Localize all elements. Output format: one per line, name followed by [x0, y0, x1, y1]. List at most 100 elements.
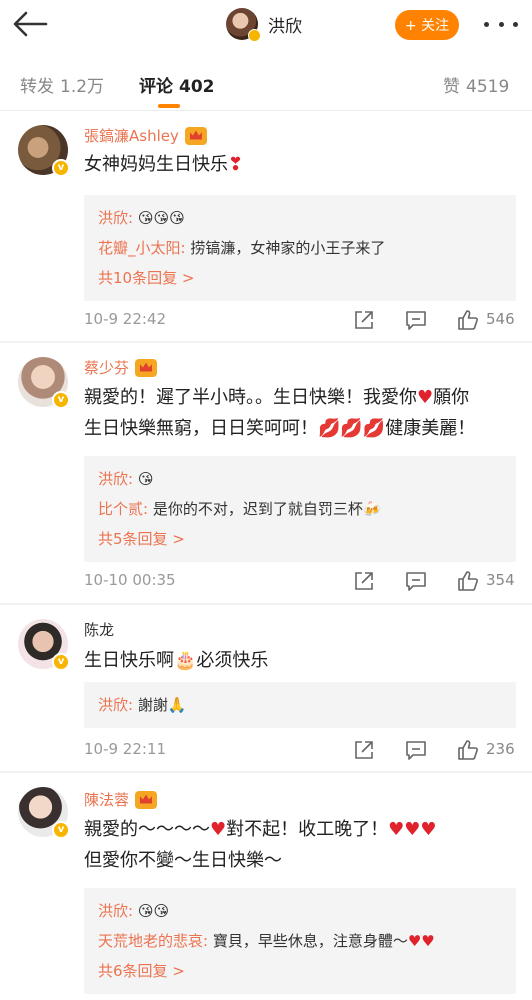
comment-text-content: 女神妈妈生日快乐: [84, 154, 228, 175]
comment-text: 生日快乐啊🎂必须快乐: [84, 645, 516, 676]
comment-icon[interactable]: [404, 308, 428, 332]
reply-username[interactable]: 洪欣:: [98, 470, 133, 488]
more-replies-link[interactable]: 共6条回复 >: [98, 956, 502, 986]
comment-icon[interactable]: [404, 569, 428, 593]
avatar[interactable]: v: [18, 357, 70, 409]
follow-button[interactable]: + 关注: [395, 10, 459, 40]
emoji-icon: 😘😘😘: [137, 209, 185, 227]
author-name: 洪欣: [268, 16, 302, 37]
comment-text-content: 生日快樂無窮，日日笑呵呵！: [84, 418, 318, 439]
comment-item: v 張鎬濂Ashley 女神妈妈生日快乐❣ 洪欣: 😘😘😘 花瓣_小太阳: 捞镐…: [0, 111, 532, 341]
heart-emoji-icon: ❣: [228, 154, 244, 175]
reply-text: 寶貝，早些休息，注意身體～: [212, 932, 408, 950]
author-info[interactable]: 洪欣: [226, 8, 302, 42]
reply-line: 洪欣: 😘: [98, 464, 502, 494]
more-replies-link[interactable]: 共10条回复 >: [98, 263, 502, 293]
reply-preview[interactable]: 洪欣: 😘😘😘 花瓣_小太阳: 捞镐濂，女神家的小王子来了 共10条回复 >: [84, 195, 516, 301]
emoji-icon: 😘: [137, 470, 154, 488]
more-replies-link[interactable]: 共5条回复 >: [98, 524, 502, 554]
pray-emoji-icon: 🙏: [167, 696, 187, 714]
reply-preview[interactable]: 洪欣: 😘😘 天荒地老的悲哀: 寶貝，早些休息，注意身體～♥♥ 共6条回复 >: [84, 888, 516, 994]
tab-likes[interactable]: 赞 4519: [443, 72, 509, 97]
reply-text: 謝謝: [137, 696, 168, 714]
comment-username[interactable]: 蔡少芬: [84, 357, 158, 378]
comment-text: 女神妈妈生日快乐❣: [84, 149, 516, 180]
tab-repost[interactable]: 转发 1.2万: [20, 72, 104, 97]
like-icon[interactable]: [456, 308, 480, 332]
reply-username[interactable]: 洪欣:: [98, 696, 133, 714]
comment-username[interactable]: 張鎬濂Ashley: [84, 125, 207, 146]
username-text: 陳法蓉: [84, 791, 130, 809]
heart-emoji-icon: ♥♥♥: [388, 819, 437, 840]
comment-text-line: 親愛的～～～～♥對不起！收工晚了！♥♥♥: [84, 814, 516, 845]
comment-item: v 蔡少芬 親愛的！遲了半小時。。生日快樂！我愛你♥願你 生日快樂無窮，日日笑呵…: [0, 343, 532, 603]
emoji-icon: 😘😘: [137, 902, 170, 920]
comment-item: v 陈龙 生日快乐啊🎂必须快乐 洪欣: 謝謝🙏 10-9 22:11 236: [0, 605, 532, 771]
back-arrow-icon[interactable]: [10, 9, 50, 39]
tab-likes-count: 4519: [466, 77, 510, 97]
comment-text-content: 對不起！收工晚了！: [226, 819, 389, 840]
comment-text: 親愛的！遲了半小時。。生日快樂！我愛你♥願你 生日快樂無窮，日日笑呵呵！💋💋💋健…: [84, 382, 516, 444]
comment-icon[interactable]: [404, 738, 428, 762]
share-icon[interactable]: [352, 738, 376, 762]
reply-preview[interactable]: 洪欣: 😘 比个贰: 是你的不对，迟到了就自罚三杯🍻 共5条回复 >: [84, 456, 516, 562]
username-text: 張鎬濂Ashley: [84, 127, 179, 145]
avatar[interactable]: v: [18, 787, 70, 839]
username-text: 陈龙: [84, 621, 115, 639]
comment-text-content: 親愛的！遲了半小時。。生日快樂！我愛你: [84, 387, 417, 408]
avatar[interactable]: v: [18, 619, 70, 671]
beer-emoji-icon: 🍻: [362, 500, 382, 518]
comment-item: v 陳法蓉 親愛的～～～～♥對不起！收工晚了！♥♥♥ 但愛你不變～生日快樂～ 洪…: [0, 773, 532, 1000]
more-icon[interactable]: [484, 17, 518, 31]
verified-badge-icon: v: [52, 159, 70, 177]
reply-username[interactable]: 天荒地老的悲哀:: [98, 932, 208, 950]
like-icon[interactable]: [456, 569, 480, 593]
reply-username[interactable]: 洪欣:: [98, 209, 133, 227]
comment-text-line: 但愛你不變～生日快樂～: [84, 850, 282, 871]
reply-line: 洪欣: 謝謝🙏: [98, 690, 502, 720]
reply-username[interactable]: 花瓣_小太阳:: [98, 239, 186, 257]
comment-meta: 10-10 00:35 354: [84, 569, 516, 593]
comment-text-content: 親愛的～～～～: [84, 819, 210, 840]
comment-text-content: 生日快乐啊: [84, 650, 174, 671]
tab-comments[interactable]: 评论 402: [139, 72, 215, 97]
comment-text-content: 健康美麗！: [385, 418, 476, 439]
comment-text: 親愛的～～～～♥對不起！收工晚了！♥♥♥ 但愛你不變～生日快樂～: [84, 814, 516, 876]
author-avatar[interactable]: [226, 8, 261, 42]
comment-text-content: 必须快乐: [196, 650, 269, 671]
like-count: 546: [486, 310, 515, 328]
like-count: 236: [486, 740, 515, 758]
verified-badge-icon: v: [52, 821, 70, 839]
comment-meta: 10-9 22:11 236: [84, 738, 516, 762]
reply-line: 洪欣: 😘😘😘: [98, 203, 502, 233]
share-icon[interactable]: [352, 308, 376, 332]
reply-text: 是你的不对，迟到了就自罚三杯: [152, 500, 363, 518]
comment-text-line: 親愛的！遲了半小時。。生日快樂！我愛你♥願你: [84, 382, 516, 413]
heart-emoji-icon: ♥: [417, 387, 434, 408]
tab-repost-count: 1.2万: [60, 77, 105, 97]
heart-emoji-icon: ♥♥: [407, 932, 435, 950]
crown-badge-icon: [184, 126, 207, 145]
tab-likes-label: 赞: [443, 77, 460, 97]
like-icon[interactable]: [456, 738, 480, 762]
reply-username[interactable]: 洪欣:: [98, 902, 133, 920]
comment-username[interactable]: 陈龙: [84, 619, 114, 640]
comment-text-content: 願你: [433, 387, 470, 408]
comment-time: 10-9 22:42: [84, 310, 167, 328]
share-icon[interactable]: [352, 569, 376, 593]
reply-username[interactable]: 比个贰:: [98, 500, 148, 518]
kiss-emoji-icon: 💋💋💋: [318, 418, 386, 439]
comment-time: 10-9 22:11: [84, 740, 167, 758]
verified-badge-icon: v: [52, 653, 70, 671]
comment-username[interactable]: 陳法蓉: [84, 789, 158, 810]
tab-bar: 转发 1.2万 评论 402 赞 4519: [0, 58, 532, 110]
reply-line: 比个贰: 是你的不对，迟到了就自罚三杯🍻: [98, 494, 502, 524]
tab-comments-count: 402: [179, 77, 215, 97]
reply-preview[interactable]: 洪欣: 謝謝🙏: [84, 682, 516, 728]
avatar[interactable]: v: [18, 125, 70, 177]
crown-badge-icon: [135, 358, 158, 377]
active-tab-indicator: [158, 104, 180, 108]
comment-text-line: 生日快樂無窮，日日笑呵呵！💋💋💋健康美麗！: [84, 413, 516, 444]
crown-badge-icon: [135, 790, 158, 809]
verified-badge-icon: [248, 29, 261, 42]
